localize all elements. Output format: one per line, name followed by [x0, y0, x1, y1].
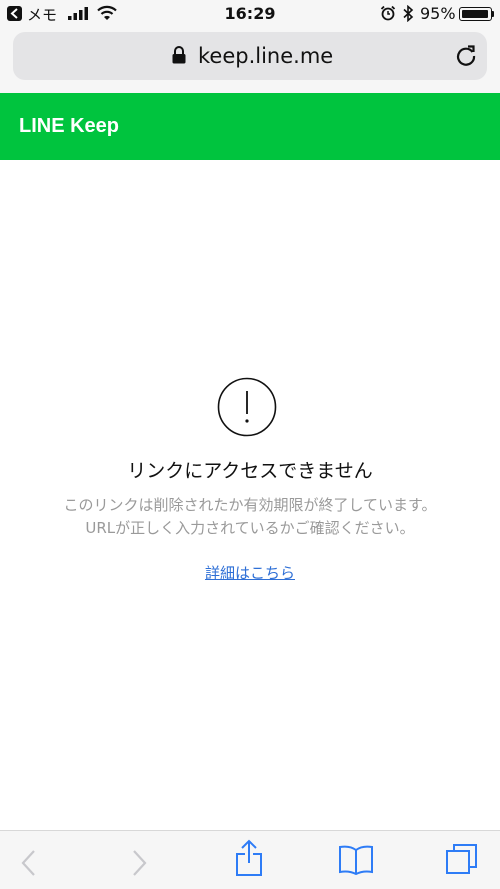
error-message: このリンクは削除されたか有効期限が終了しています。 URLが正しく入力されている…	[0, 494, 500, 540]
error-message-line-1: このリンクは削除されたか有効期限が終了しています。	[63, 496, 437, 514]
address-bar[interactable]: keep.line.me	[13, 32, 487, 80]
details-link[interactable]: 詳細はこちら	[205, 564, 295, 582]
bookmarks-icon[interactable]	[338, 845, 374, 875]
status-bar: メモ 16:29 95%	[0, 0, 500, 28]
battery-cap	[492, 11, 494, 17]
forward-icon[interactable]	[132, 849, 148, 877]
battery-percent: 95%	[420, 4, 456, 23]
lock-icon	[172, 46, 186, 64]
bluetooth-icon	[403, 5, 414, 22]
share-icon[interactable]	[235, 839, 263, 877]
alarm-icon	[380, 5, 396, 21]
back-icon[interactable]	[20, 849, 36, 877]
header-title: LINE Keep	[19, 115, 120, 137]
main-content: リンクにアクセスできません このリンクは削除されたか有効期限が終了しています。 …	[0, 160, 500, 830]
browser-toolbar	[0, 830, 500, 889]
error-message-line-2: URLが正しく入力されているかご確認ください。	[85, 519, 415, 537]
url-area: keep.line.me	[0, 28, 500, 93]
battery-level	[461, 9, 488, 18]
details-link-wrapper: 詳細はこちら	[0, 562, 500, 583]
alert-icon	[217, 377, 277, 437]
error-title: リンクにアクセスできません	[127, 460, 373, 482]
battery-icon	[459, 7, 492, 21]
app-header: LINE Keep	[0, 93, 500, 160]
url-text[interactable]: keep.line.me	[198, 44, 333, 68]
tabs-icon[interactable]	[445, 842, 479, 876]
reload-icon[interactable]	[455, 44, 477, 66]
